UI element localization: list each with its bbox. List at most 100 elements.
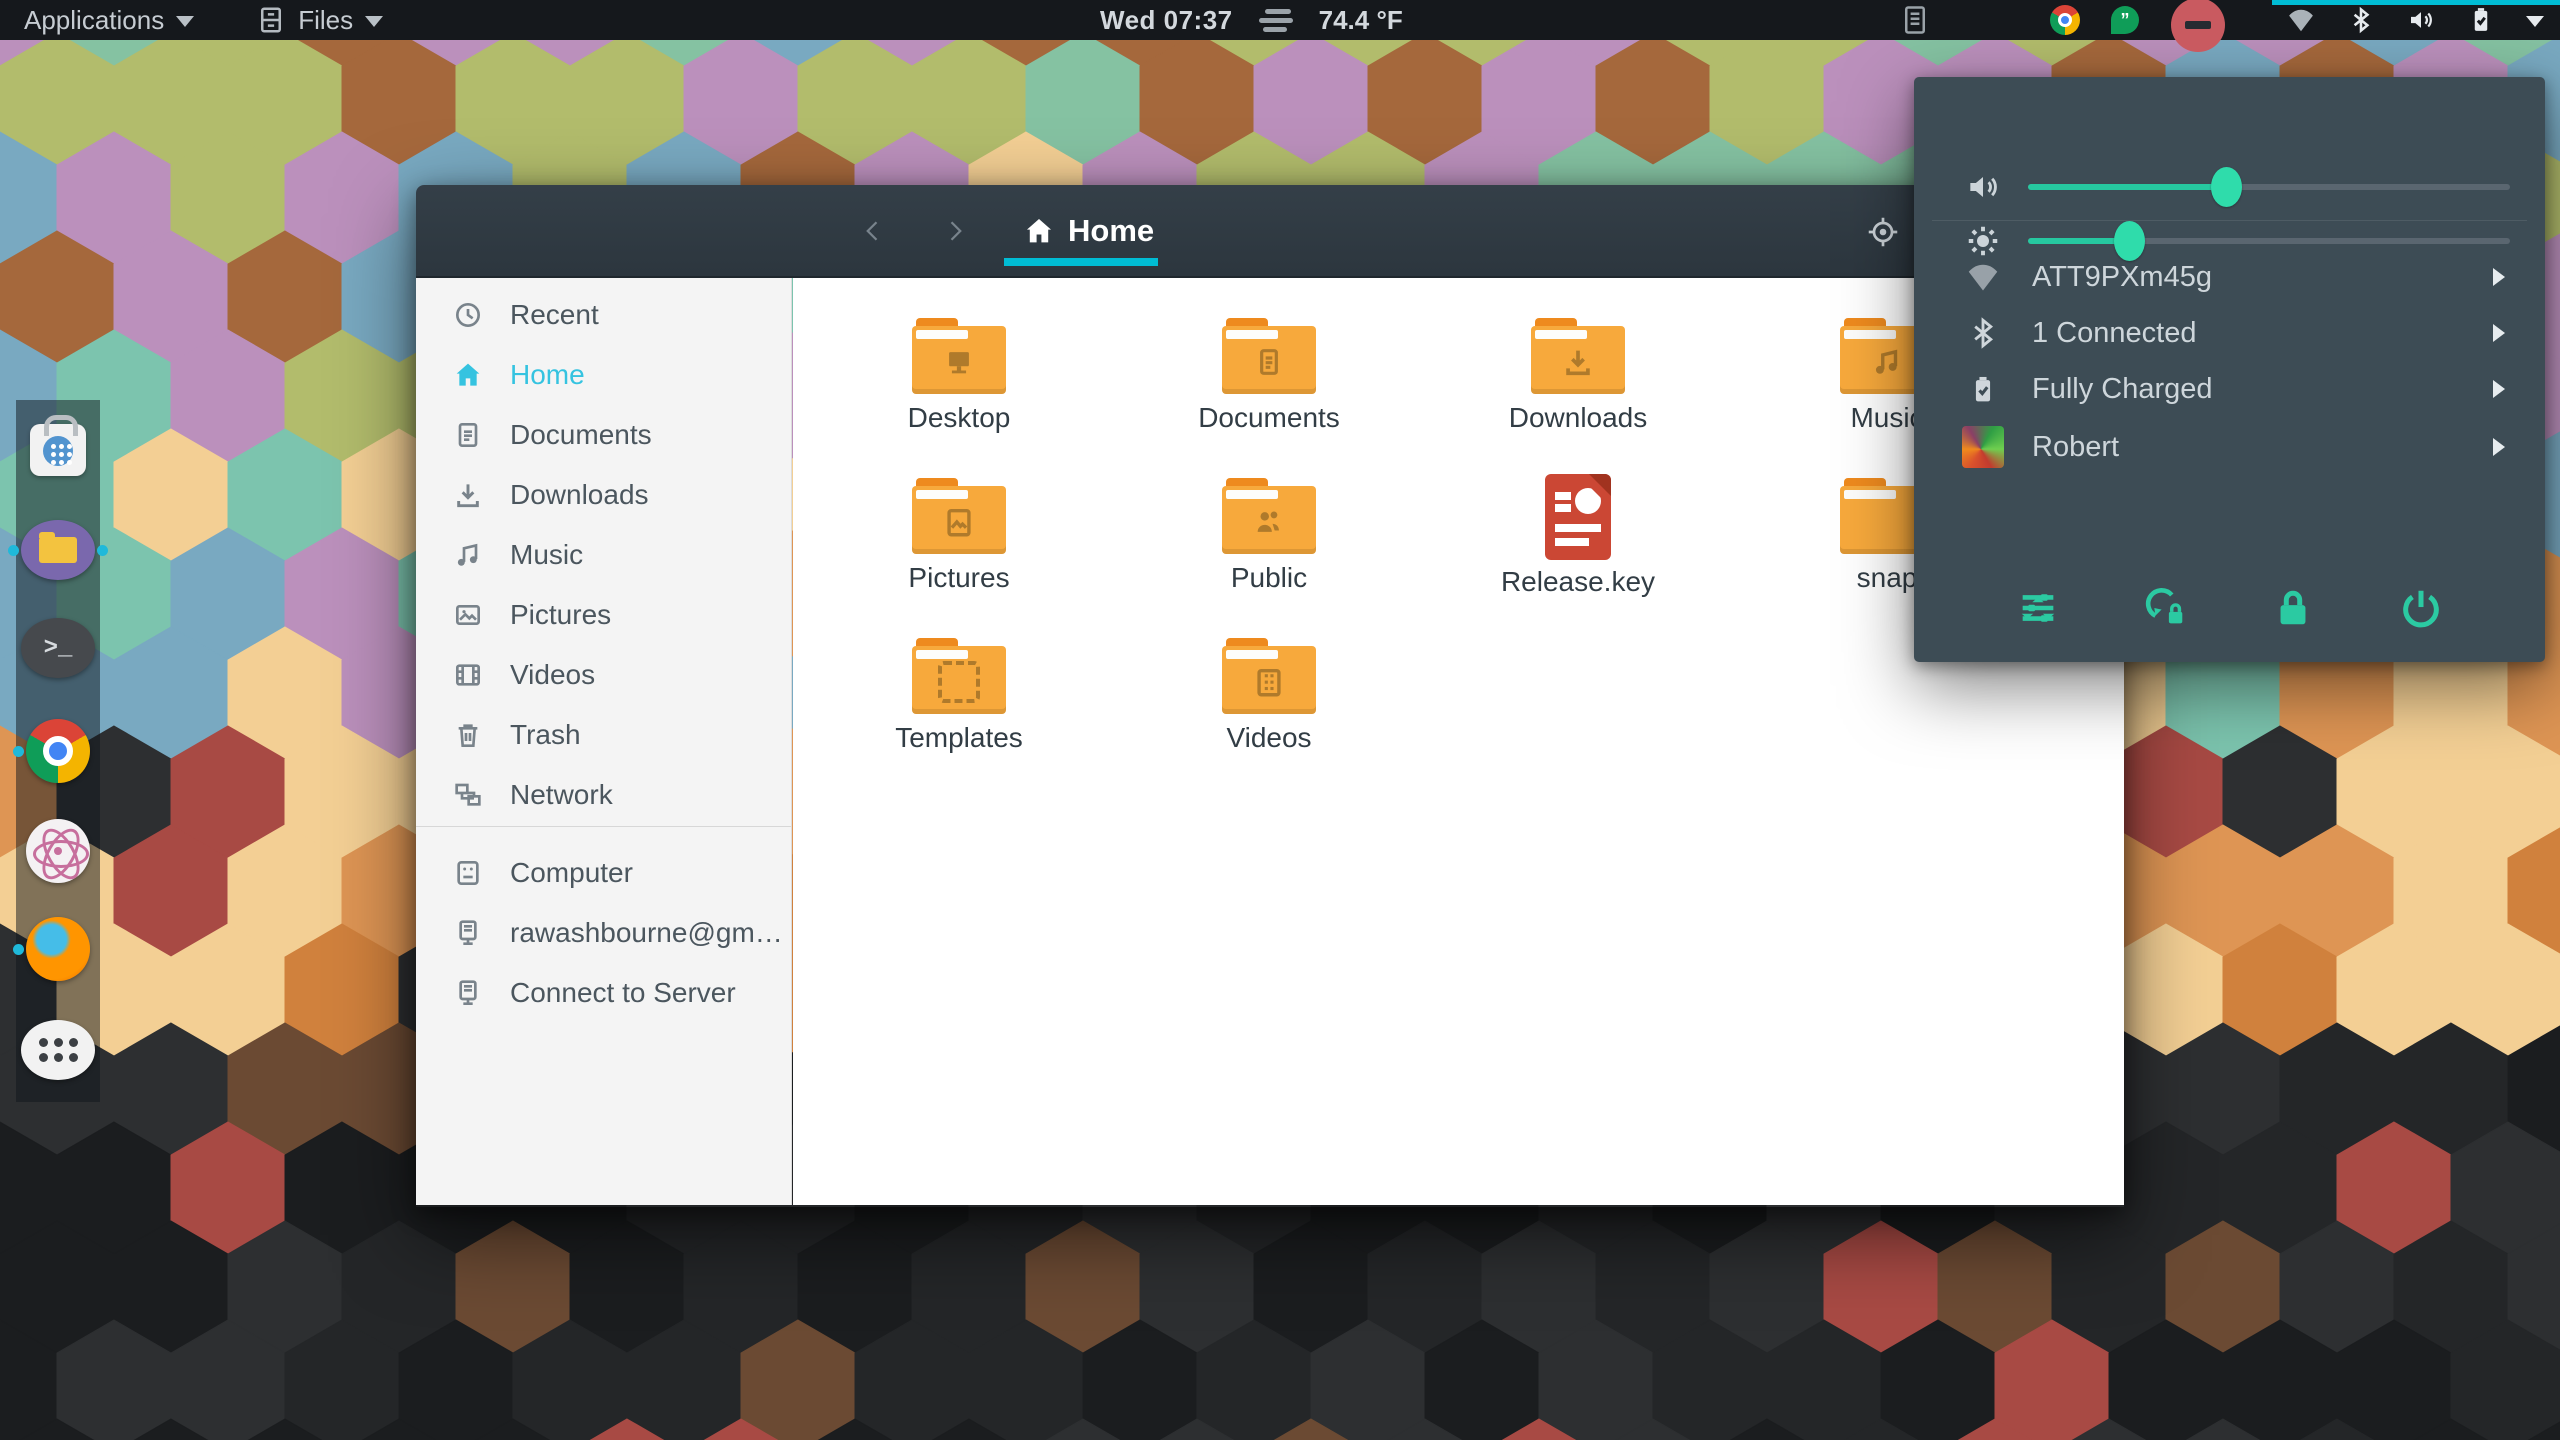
back-icon[interactable] [852, 209, 896, 253]
wifi-icon [1960, 254, 2006, 300]
document-emblem-icon [1222, 332, 1316, 392]
file-public[interactable]: Public [1119, 478, 1419, 628]
files-appmenu[interactable]: Files [256, 4, 384, 36]
running-indicator [13, 944, 24, 955]
sidebar-item-pictures[interactable]: Pictures [416, 586, 791, 644]
desktop: { "top_bar": { "applications_label": "Ap… [0, 0, 2560, 1440]
video-emblem-icon [1222, 652, 1316, 712]
dock-atom-icon[interactable] [26, 819, 90, 886]
chevron-down-icon [365, 16, 384, 27]
weather-fog-icon [1258, 8, 1293, 32]
download-icon [457, 484, 479, 508]
sidebar-item-videos[interactable]: Videos [416, 646, 791, 704]
system-status-menu: ATT9PXm45g 1 Connected Fully Charged Rob… [1914, 77, 2545, 662]
file-desktop[interactable]: Desktop [809, 318, 1109, 468]
battery-icon [1960, 366, 2006, 412]
sidebar-item-recent[interactable]: Recent [416, 286, 791, 344]
top-bar: Applications Files Wed 07:37 74.4 °F ” [0, 0, 2560, 52]
volume-icon [1960, 164, 2006, 210]
bluetooth-icon[interactable] [2346, 5, 2376, 35]
battery-charged-icon[interactable] [2466, 5, 2496, 35]
dock-firefox-icon[interactable] [13, 917, 90, 981]
lock-icon[interactable] [2267, 582, 2319, 634]
bluetooth-menu-item[interactable]: 1 Connected [1914, 305, 2545, 361]
submenu-arrow-icon [2489, 377, 2509, 401]
volume-icon[interactable] [2406, 5, 2436, 35]
sidebar-item-network[interactable]: Network [416, 766, 791, 824]
sidebar: Recent Home Documents Downloads Music Pi… [416, 278, 792, 1205]
sidebar-item-home[interactable]: Home [416, 346, 791, 404]
sidebar-item-gdrive-account[interactable]: rawashbourne@gm… [416, 904, 791, 962]
clock[interactable]: Wed 07:37 [1100, 5, 1233, 36]
file-release-key[interactable]: Release.key [1428, 474, 1728, 624]
dock-chrome-icon[interactable] [13, 719, 90, 783]
submenu-arrow-icon [2489, 321, 2509, 345]
document-icon [458, 423, 478, 447]
file-downloads[interactable]: Downloads [1428, 318, 1728, 468]
network-icon [455, 783, 481, 806]
battery-menu-item[interactable]: Fully Charged [1914, 361, 2545, 417]
files-window: Home Recent Home Documents Downloads Mus… [416, 185, 2301, 1207]
power-icon[interactable] [2395, 582, 2447, 634]
dock-software-icon[interactable] [30, 415, 86, 476]
system-menu-active-strip [2272, 0, 2560, 5]
clipboard-icon[interactable] [1900, 5, 1930, 35]
file-videos[interactable]: Videos [1119, 638, 1419, 788]
temperature[interactable]: 74.4 °F [1319, 5, 1403, 36]
computer-icon [457, 861, 479, 885]
system-menu-chevron[interactable] [2526, 13, 2544, 27]
wifi-icon[interactable] [2286, 5, 2316, 35]
sidebar-item-music[interactable]: Music [416, 526, 791, 584]
sidebar-item-trash[interactable]: Trash [416, 706, 791, 764]
dock-show-apps-icon[interactable] [21, 1020, 95, 1080]
applications-menu[interactable]: Applications [24, 4, 195, 36]
running-indicator [8, 545, 19, 556]
video-icon [456, 664, 480, 686]
dock: >_ [8, 400, 108, 1102]
sidebar-item-computer[interactable]: Computer [416, 844, 791, 902]
file-pictures[interactable]: Pictures [809, 478, 1109, 628]
hangouts-tray-icon[interactable]: ” [2110, 5, 2140, 35]
rotation-lock-icon[interactable] [2140, 582, 2192, 634]
forward-icon[interactable] [932, 209, 976, 253]
home-icon [1026, 218, 1052, 242]
chrome-tray-icon[interactable] [2050, 5, 2080, 35]
dock-terminal-icon[interactable]: >_ [21, 618, 95, 678]
submenu-arrow-icon [2489, 265, 2509, 289]
home-icon [456, 363, 480, 386]
server-icon [459, 920, 477, 945]
volume-slider[interactable] [2028, 167, 2510, 207]
trash-icon [458, 724, 478, 747]
file-documents[interactable]: Documents [1119, 318, 1419, 468]
headerbar: Home [416, 185, 2301, 278]
sidebar-item-documents[interactable]: Documents [416, 406, 791, 464]
chevron-down-icon [176, 16, 195, 27]
settings-sliders-icon[interactable] [2012, 582, 2064, 634]
submenu-arrow-icon [2489, 435, 2509, 459]
template-emblem-icon [912, 652, 1006, 712]
picture-emblem-icon [912, 492, 1006, 552]
user-menu-item[interactable]: Robert [1914, 419, 2545, 475]
file-templates[interactable]: Templates [809, 638, 1109, 788]
running-indicator [13, 746, 24, 757]
recent-icon [456, 303, 480, 327]
files-appmenu-label: Files [298, 4, 354, 35]
breadcrumb-active-underline [1004, 258, 1158, 266]
people-emblem-icon [1222, 492, 1316, 552]
applications-menu-label: Applications [24, 4, 165, 35]
popup-separator [1932, 220, 2527, 221]
file-cabinet-icon [261, 7, 282, 33]
sidebar-item-connect-to-server[interactable]: Connect to Server [416, 964, 791, 1022]
breadcrumb-label: Home [1068, 212, 1155, 248]
location-icon[interactable] [1858, 207, 1908, 257]
music-icon [457, 543, 478, 566]
desktop-emblem-icon [912, 332, 1006, 392]
do-not-disturb-icon[interactable] [2170, 0, 2226, 52]
sidebar-separator [416, 826, 791, 827]
sidebar-item-downloads[interactable]: Downloads [416, 466, 791, 524]
wifi-menu-item[interactable]: ATT9PXm45g [1914, 249, 2545, 305]
picture-icon [456, 605, 480, 625]
brightness-slider[interactable] [2028, 221, 2510, 261]
avatar [1962, 426, 2004, 468]
dock-files-icon[interactable] [8, 520, 108, 580]
